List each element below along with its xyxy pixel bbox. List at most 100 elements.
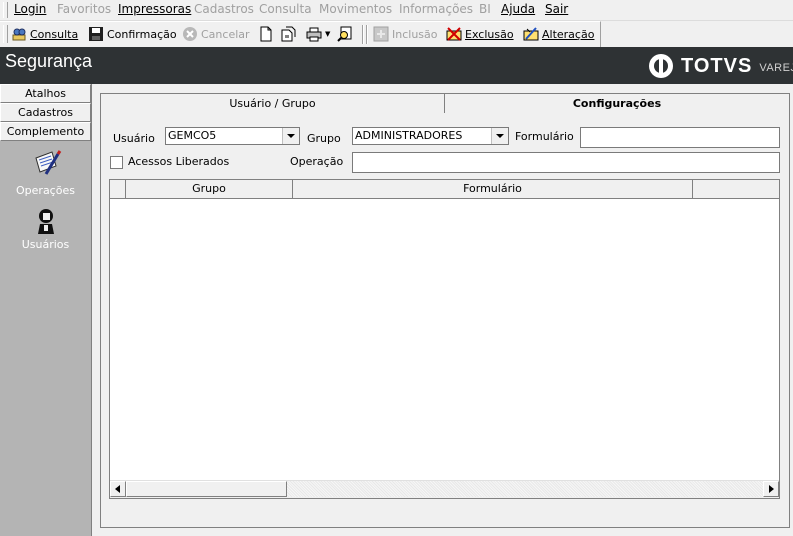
logo-subtitle: VAREJO <box>759 62 793 74</box>
sidebar-tab-atalhos[interactable]: Atalhos <box>0 84 91 103</box>
chevron-down-icon: ▼ <box>325 30 331 38</box>
open-document-icon <box>280 26 296 42</box>
menu-impressoras[interactable]: Impressoras <box>118 1 191 17</box>
consulta-label: Consulta <box>30 27 79 41</box>
menu-login[interactable]: Login <box>14 1 46 17</box>
menu-cadastros[interactable]: Cadastros <box>194 1 254 17</box>
delete-record-icon <box>446 26 462 42</box>
totvs-logo: TOTVS VAREJO <box>649 54 793 78</box>
inclusao-button[interactable]: Inclusão <box>373 25 438 43</box>
menu-informacoes-label: Informações <box>399 2 474 16</box>
print-button[interactable]: ▼ <box>306 25 330 43</box>
menu-impressoras-label: Impressoras <box>118 2 192 16</box>
menu-bar: Login Favoritos Impressoras Cadastros Co… <box>0 0 793 21</box>
menu-bi-label: BI <box>479 2 491 16</box>
toolbar-grip[interactable] <box>3 25 8 43</box>
menu-movimentos-label: Movimentos <box>319 2 393 16</box>
tab-usuario-grupo[interactable]: Usuário / Grupo <box>100 93 445 114</box>
cancelar-button[interactable]: Cancelar <box>182 25 250 43</box>
menu-cadastros-label: Cadastros <box>194 2 254 16</box>
tab-label: Configurações <box>572 97 662 110</box>
operacao-label: Operação <box>290 155 344 168</box>
sidebar-item-operacoes[interactable]: Operações <box>0 148 91 197</box>
menu-grip[interactable] <box>3 2 8 18</box>
menu-favoritos-label: Favoritos <box>57 2 112 16</box>
grid-header-extra[interactable] <box>693 180 779 198</box>
menu-informacoes[interactable]: Informações <box>399 1 473 17</box>
chevron-left-icon <box>115 485 120 493</box>
grupo-combo[interactable]: ADMINISTRADORES <box>352 127 509 145</box>
operations-icon <box>30 148 62 180</box>
search-document-button[interactable] <box>337 25 353 43</box>
formulario-field[interactable] <box>580 127 780 148</box>
acessos-liberados-checkbox[interactable] <box>110 156 123 169</box>
sidebar-item-label: Usuários <box>21 238 70 251</box>
usuario-combo[interactable]: GEMCO5 <box>165 127 300 145</box>
sidebar-item-label: Operações <box>16 184 75 197</box>
chevron-right-icon <box>769 485 774 493</box>
tab-label: Usuário / Grupo <box>229 97 316 110</box>
floppy-disk-icon <box>88 26 104 42</box>
scroll-left-button[interactable] <box>110 481 126 497</box>
tab-configuracoes[interactable]: Configurações <box>444 93 790 114</box>
operacao-field[interactable] <box>352 152 780 173</box>
sidebar-tab-cadastros[interactable]: Cadastros <box>0 103 91 122</box>
menu-sair-label: Sair <box>545 2 569 16</box>
consulta-button[interactable]: Consulta <box>11 25 78 43</box>
exclusao-button[interactable]: Exclusão <box>446 25 514 43</box>
grid-header: Grupo Formulário <box>110 180 779 199</box>
menu-ajuda[interactable]: Ajuda <box>501 1 535 17</box>
alteracao-label: Alteração <box>542 27 595 41</box>
module-header: Segurança TOTVS VAREJO <box>0 47 793 84</box>
add-record-icon <box>373 26 389 42</box>
page-title: Segurança <box>5 51 93 71</box>
formulario-label: Formulário <box>515 130 574 143</box>
config-grid[interactable]: Grupo Formulário <box>109 179 780 499</box>
inclusao-label: Inclusão <box>392 27 438 41</box>
chevron-down-icon[interactable] <box>491 128 508 144</box>
logo-name: TOTVS <box>681 54 753 77</box>
menu-consulta-label: Consulta <box>259 2 312 16</box>
grid-header-formulario[interactable]: Formulário <box>293 180 693 198</box>
sidebar-item-usuarios[interactable]: Usuários <box>0 208 91 251</box>
usuario-value: GEMCO5 <box>168 129 217 142</box>
sidebar-tab-complemento[interactable]: Complemento <box>0 122 91 141</box>
cancelar-label: Cancelar <box>201 27 250 41</box>
acessos-liberados-label: Acessos Liberados <box>128 155 230 168</box>
toolbar-separator <box>366 25 368 44</box>
printer-icon <box>306 26 322 42</box>
menu-sair[interactable]: Sair <box>545 1 568 17</box>
grupo-label: Grupo <box>307 132 341 145</box>
cancel-icon <box>182 26 198 42</box>
sidebar: Atalhos Cadastros Complemento Operações … <box>0 84 92 536</box>
toolbar-separator <box>362 25 364 44</box>
grid-header-grupo[interactable]: Grupo <box>126 180 293 198</box>
scroll-thumb[interactable] <box>126 481 287 497</box>
binoculars-icon <box>11 26 27 42</box>
confirmacao-button[interactable]: Confirmação <box>88 25 177 43</box>
menu-login-label: Login <box>14 2 47 16</box>
new-document-button[interactable] <box>258 25 274 43</box>
totvs-logo-icon <box>649 54 673 78</box>
exclusao-label: Exclusão <box>465 27 514 41</box>
menu-consulta[interactable]: Consulta <box>259 1 312 17</box>
menu-bi[interactable]: BI <box>479 1 491 17</box>
new-document-icon <box>258 26 274 42</box>
magnifier-document-icon <box>337 26 353 42</box>
scroll-right-button[interactable] <box>763 481 779 497</box>
scroll-track[interactable] <box>287 481 763 497</box>
toolbar: Consulta Confirmação Cancelar ▼ Inclusão… <box>0 21 601 48</box>
grid-indicator-header <box>110 180 126 198</box>
open-document-button[interactable] <box>280 25 296 43</box>
horizontal-scrollbar[interactable] <box>110 480 779 498</box>
chevron-down-icon[interactable] <box>282 128 299 144</box>
menu-movimentos[interactable]: Movimentos <box>319 1 392 17</box>
menu-ajuda-label: Ajuda <box>501 2 536 16</box>
edit-record-icon <box>523 26 539 42</box>
confirmacao-label: Confirmação <box>107 27 177 41</box>
alteracao-button[interactable]: Alteração <box>523 25 594 43</box>
users-icon <box>30 208 62 236</box>
usuario-label: Usuário <box>113 132 155 145</box>
grupo-value: ADMINISTRADORES <box>355 129 463 142</box>
menu-favoritos[interactable]: Favoritos <box>57 1 111 17</box>
